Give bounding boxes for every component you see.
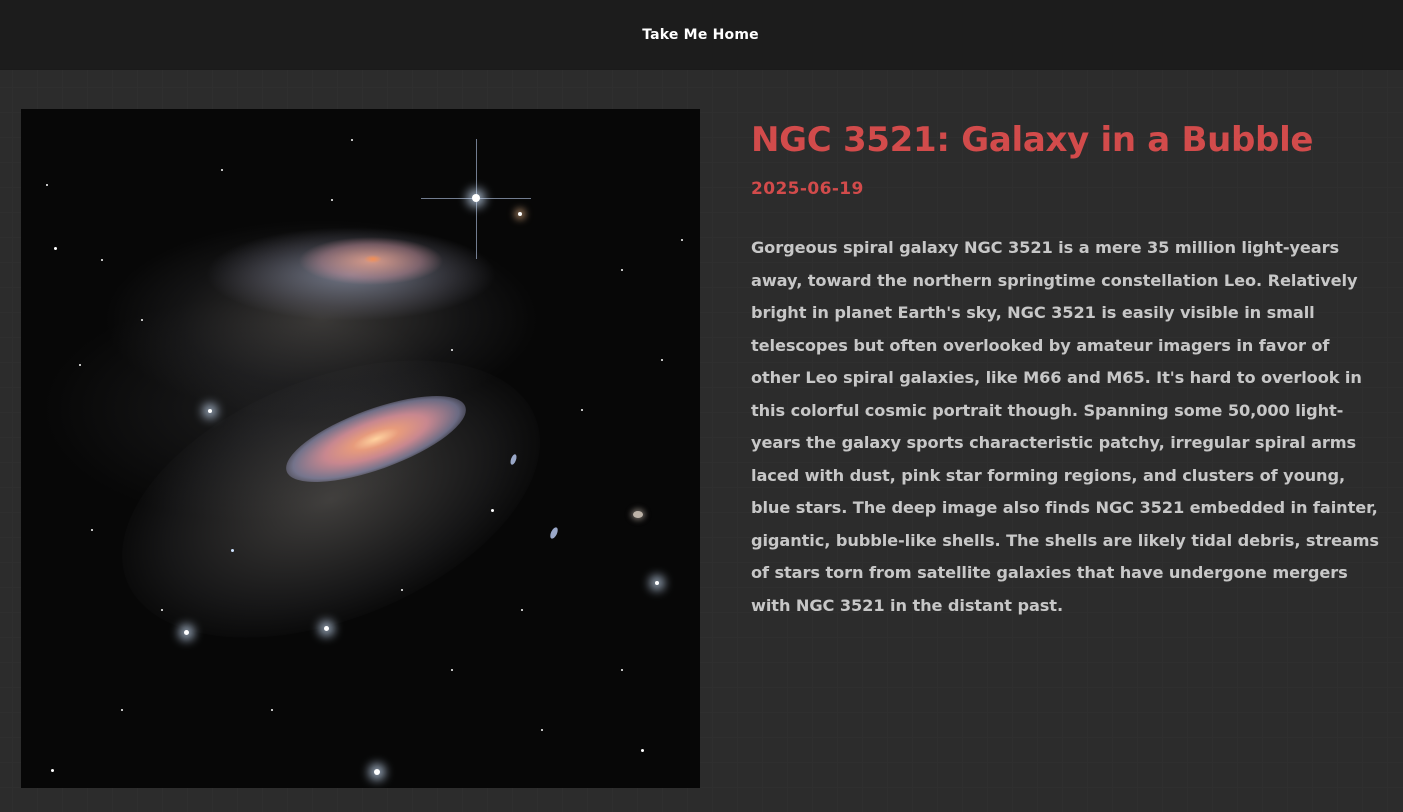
star [46,184,48,186]
star [79,364,81,366]
star [91,529,93,531]
bright-star [208,409,212,413]
star [231,549,234,552]
top-nav-bar: Take Me Home [0,0,1403,69]
star [641,749,644,752]
explanation-text: Gorgeous spiral galaxy NGC 3521 is a mer… [751,238,1379,615]
star [331,199,333,201]
star [141,319,143,321]
star [451,669,453,671]
star [221,169,223,171]
star [101,259,103,261]
star [681,239,683,241]
background-galaxy [548,526,560,540]
galaxy-halo [82,305,580,693]
take-me-home-link[interactable]: Take Me Home [642,27,759,43]
star [54,247,57,250]
star [541,729,543,731]
bright-star [655,581,659,585]
apod-article: NGC 3521: Galaxy in a Bubble 2025-06-19 … [751,118,1381,638]
bright-star [518,212,522,216]
page-title: NGC 3521: Galaxy in a Bubble [751,120,1314,160]
star [621,669,623,671]
astronomy-picture [21,109,700,788]
star [161,609,163,611]
star [521,609,523,611]
bright-star [374,769,380,775]
star [581,409,583,411]
star [491,509,494,512]
star [351,139,353,141]
bright-star [472,194,480,202]
star [271,709,273,711]
star [401,589,403,591]
star [661,359,663,361]
star [121,709,123,711]
star [621,269,623,271]
publish-date: 2025-06-19 [751,179,864,199]
background-galaxy [633,511,643,518]
bright-star [324,626,329,631]
bright-star [184,630,189,635]
star [51,769,54,772]
star [451,349,453,351]
